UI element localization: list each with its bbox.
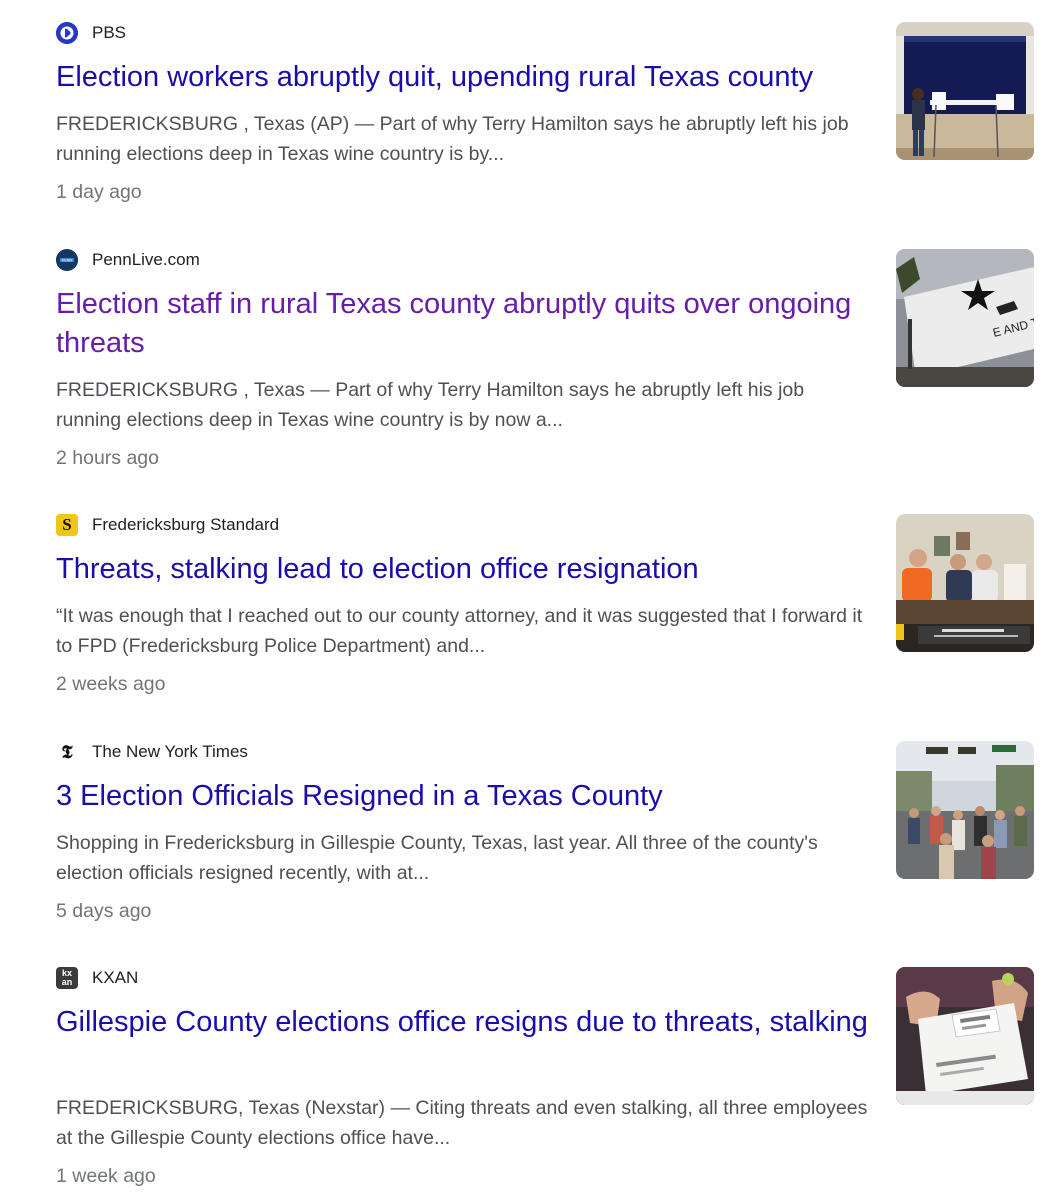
source-row[interactable]: S Fredericksburg Standard	[56, 514, 279, 536]
source-name: KXAN	[92, 968, 139, 987]
result-title-link[interactable]: Threats, stalking lead to election offic…	[56, 550, 876, 589]
source-row[interactable]: kx an KXAN	[56, 967, 138, 989]
result-timestamp: 1 day ago	[56, 181, 142, 203]
source-name: PennLive.com	[92, 250, 200, 269]
pennlive-logo-icon: PENN	[56, 249, 78, 271]
icon-glyph: S	[62, 515, 72, 534]
result-title-link[interactable]: Election staff in rural Texas county abr…	[56, 285, 876, 363]
source-name: Fredericksburg Standard	[92, 515, 280, 534]
icon-glyph: 𝕿	[61, 741, 73, 763]
fredericksburg-standard-logo-icon: S	[56, 514, 78, 536]
result-snippet: FREDERICKSBURG, Texas (Nexstar) — Citing…	[56, 1097, 868, 1149]
source-row[interactable]: PENN PennLive.com	[56, 249, 200, 271]
nyt-logo-icon: 𝕿	[56, 741, 78, 763]
polling-station-photo[interactable]	[896, 22, 1034, 160]
result-timestamp: 2 weeks ago	[56, 673, 166, 695]
icon-glyph-bottom: an	[61, 977, 73, 987]
kxan-logo-icon: kx an	[56, 967, 78, 989]
street-crowd-photo[interactable]	[896, 741, 1034, 879]
source-name: The New York Times	[92, 742, 248, 761]
come-and-take-it-flag-photo[interactable]: E AND TAKE IT	[896, 249, 1034, 387]
svg-text:PENN: PENN	[62, 259, 72, 263]
result-snippet: Shopping in Fredericksburg in Gillespie …	[56, 832, 818, 884]
result-title-link[interactable]: Gillespie County elections office resign…	[56, 1003, 876, 1042]
pbs-logo-icon	[56, 22, 78, 44]
result-snippet: FREDERICKSBURG , Texas (AP) — Part of wh…	[56, 113, 849, 165]
result-timestamp: 5 days ago	[56, 900, 152, 922]
meeting-photo[interactable]	[896, 514, 1034, 652]
result-snippet: FREDERICKSBURG , Texas — Part of why Ter…	[56, 379, 805, 431]
source-name: PBS	[92, 23, 127, 42]
result-title-link[interactable]: 3 Election Officials Resigned in a Texas…	[56, 777, 876, 816]
source-row[interactable]: 𝕿 The New York Times	[56, 741, 248, 763]
result-timestamp: 2 hours ago	[56, 447, 159, 469]
result-title-link[interactable]: Election workers abruptly quit, upending…	[56, 58, 876, 97]
result-timestamp: 1 week ago	[56, 1165, 156, 1187]
source-row[interactable]: PBS	[56, 22, 126, 44]
result-snippet: “It was enough that I reached out to our…	[56, 605, 863, 657]
mail-ballot-photo[interactable]	[896, 967, 1034, 1105]
